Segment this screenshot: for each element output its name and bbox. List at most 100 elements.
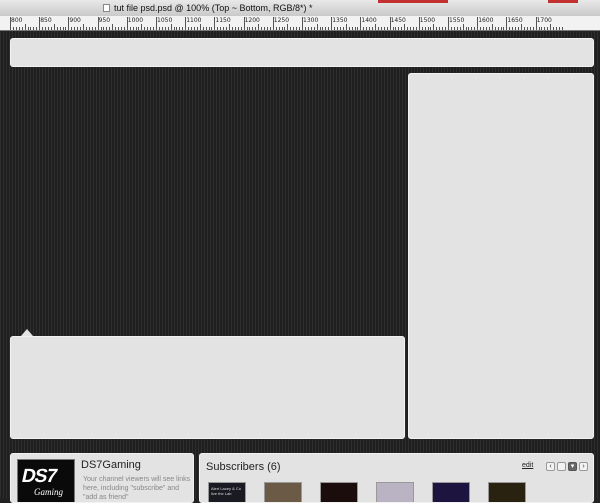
ruler-tick <box>535 17 537 30</box>
avatar[interactable]: DS7 Gaming <box>17 459 75 502</box>
edit-link[interactable]: edit <box>522 462 533 469</box>
ruler-tick <box>424 27 426 30</box>
ruler-tick <box>249 27 251 30</box>
horizontal-ruler[interactable]: 800 850 900 950 1000 1050 1100 1150 1200 1250 1300… <box>0 16 600 31</box>
ruler-tick <box>465 27 467 30</box>
ruler-tick <box>372 27 374 30</box>
ruler-tick <box>503 27 505 30</box>
channel-name[interactable]: DS7Gaming <box>81 459 141 471</box>
ruler-tick <box>442 27 444 30</box>
ruler-tick <box>412 27 414 30</box>
ruler-tick <box>234 27 236 30</box>
window-titlebar: tut file psd.psd @ 100% (Top ~ Bottom, R… <box>0 0 600 17</box>
dropdown-icon[interactable]: ▾ <box>568 462 577 471</box>
ruler-tick <box>500 27 502 30</box>
ruler-tick <box>65 27 67 30</box>
ruler-tick <box>211 27 213 30</box>
ruler-tick <box>529 27 531 30</box>
ruler-tick <box>278 27 280 30</box>
ruler-tick <box>126 17 128 30</box>
titlebar-accent-mark <box>378 0 448 3</box>
avatar-logo-subtext: Gaming <box>34 487 63 497</box>
ruler-tick <box>164 27 166 30</box>
ruler-tick <box>196 27 198 30</box>
subscriber-thumbnail[interactable]: Alert Lacey & Co live the Lab <box>208 482 246 502</box>
ruler-tick <box>59 27 61 30</box>
subscriber-thumbnail[interactable] <box>488 482 526 502</box>
ruler-tick <box>561 27 563 30</box>
ruler-tick <box>45 27 47 30</box>
ruler-tick <box>156 17 157 30</box>
ruler-label: 1350 <box>332 17 348 24</box>
ruler-tick <box>269 27 271 30</box>
ruler-tick <box>407 27 409 30</box>
ruler-tick <box>252 27 254 30</box>
ruler-label: 1600 <box>478 17 494 24</box>
ruler-tick <box>319 27 321 30</box>
titlebar-accent-mark <box>548 0 578 3</box>
ruler-tick <box>83 24 84 30</box>
ruler-tick <box>488 27 490 30</box>
ruler-label: 1650 <box>507 17 523 24</box>
ruler-tick <box>36 27 38 30</box>
ruler-tick <box>558 27 560 30</box>
prev-arrow-icon[interactable]: ‹ <box>546 462 555 471</box>
document-icon <box>103 4 110 12</box>
ruler-label: 1500 <box>419 17 436 24</box>
ruler-tick <box>100 27 102 30</box>
ruler-tick <box>299 27 301 30</box>
ruler-tick <box>421 27 423 30</box>
ruler-tick <box>445 27 447 30</box>
ruler-tick <box>415 27 417 30</box>
ruler-tick <box>313 27 315 30</box>
ruler-tick <box>56 27 58 30</box>
ruler-tick <box>144 27 146 30</box>
ruler-tick <box>377 27 379 30</box>
ruler-tick <box>214 17 216 30</box>
ruler-label: 1400 <box>361 17 377 24</box>
ruler-tick <box>325 27 327 30</box>
ruler-label: 900 <box>69 17 81 24</box>
ruler-tick <box>401 27 403 30</box>
subscriber-thumbnail[interactable] <box>376 482 414 502</box>
subscriber-thumbnail[interactable] <box>264 482 302 502</box>
ruler-label: 1200 <box>244 17 260 24</box>
ruler-tick <box>427 27 429 30</box>
ruler-tick <box>307 27 309 30</box>
subscriber-thumbnail[interactable] <box>432 482 470 502</box>
ruler-label: 1150 <box>215 17 231 24</box>
ruler-tick <box>553 27 555 30</box>
ruler-tick <box>547 27 549 30</box>
subscriber-thumbnail[interactable] <box>320 482 358 502</box>
ruler-tick <box>275 27 277 30</box>
comment-box-placeholder <box>10 336 405 439</box>
ruler-tick <box>316 24 318 30</box>
ruler-tick <box>357 27 359 30</box>
ruler-tick <box>485 27 487 30</box>
ruler-tick <box>94 27 96 30</box>
ruler-tick <box>10 17 11 30</box>
blank-nav-button[interactable] <box>557 462 566 471</box>
ruler-tick <box>383 27 385 30</box>
ruler-tick <box>509 27 511 30</box>
ruler-tick <box>304 27 306 30</box>
ruler-tick <box>255 27 257 30</box>
ruler-tick <box>290 27 292 30</box>
ruler-tick <box>439 27 441 30</box>
ruler-tick <box>450 27 452 30</box>
ruler-tick <box>15 27 17 30</box>
next-arrow-icon[interactable]: › <box>579 462 588 471</box>
ruler-tick <box>532 27 534 30</box>
ruler-tick <box>398 27 400 30</box>
ruler-tick <box>193 27 195 30</box>
document-canvas[interactable]: DS7 Gaming DS7Gaming Your channel viewer… <box>0 31 600 503</box>
ruler-tick <box>293 27 295 30</box>
ruler-tick <box>375 24 376 30</box>
ruler-tick <box>436 27 438 30</box>
avatar-logo-text: DS7 <box>19 466 59 487</box>
ruler-tick <box>284 27 286 30</box>
ruler-tick <box>544 27 546 30</box>
ruler-label: 1300 <box>303 17 319 24</box>
ruler-tick <box>50 27 52 30</box>
ruler-tick <box>345 24 347 30</box>
